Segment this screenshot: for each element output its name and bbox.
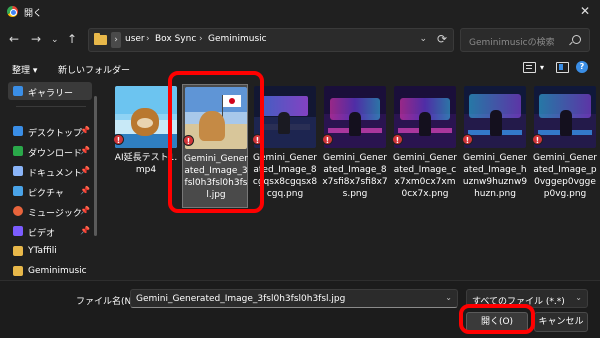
breadcrumb-box-sync[interactable]: Box Sync <box>155 34 196 44</box>
breadcrumb-chevron-icon[interactable]: › <box>199 34 203 44</box>
sidebar-item-label: Geminimusic <box>28 266 87 276</box>
filename-label: ファイル名(N): <box>76 297 138 307</box>
file-name: Gemini_Generated_Image_8x7sfi8x7sfi8x7s.… <box>322 153 388 199</box>
sidebar-item-desktop[interactable]: デスクトップ 📌 <box>8 122 92 140</box>
pin-icon: 📌 <box>80 146 90 155</box>
file-item[interactable]: ! Gemini_Generated_Image_8x7sfi8x7sfi8x7… <box>322 84 388 208</box>
highlight-box-open-button <box>459 304 535 334</box>
document-icon <box>13 166 23 176</box>
filename-input[interactable]: Gemini_Generated_Image_3fsl0h3fsl0h3fsl.… <box>130 289 458 308</box>
breadcrumb-chevron-icon[interactable]: › <box>146 34 150 44</box>
sidebar-scrollbar[interactable] <box>94 96 97 236</box>
sync-error-icon: ! <box>113 134 124 145</box>
file-item[interactable]: ! Gemini_Generated_Image_cx7xm0cx7xm0cx7… <box>392 84 458 208</box>
chrome-app-icon <box>7 6 18 17</box>
music-icon <box>13 206 23 216</box>
sidebar-item-music[interactable]: ミュージック 📌 <box>8 202 92 220</box>
sidebar-item-label: ダウンロード <box>28 149 83 159</box>
file-item[interactable]: ! Gemini_Generated_Image_huznw9huznw9huz… <box>462 84 528 208</box>
sidebar-item-label: ギャラリー <box>28 89 74 99</box>
window-title: 開く <box>24 9 43 19</box>
breadcrumb-geminimusic[interactable]: Geminimusic <box>208 34 267 44</box>
navigation-bar: ← → ⌄ ↑ › user › Box Sync › Geminimusic … <box>0 24 600 56</box>
filename-value: Gemini_Generated_Image_3fsl0h3fsl0h3fsl.… <box>136 294 346 304</box>
recent-locations-chevron-icon[interactable]: ⌄ <box>51 33 59 47</box>
pin-icon: 📌 <box>80 186 90 195</box>
pin-icon: 📌 <box>80 206 90 215</box>
sidebar-item-label: ピクチャ <box>28 189 64 199</box>
download-icon <box>13 146 23 156</box>
command-toolbar: 整理 ▾ 新しいフォルダー ▾ ? <box>0 58 600 80</box>
file-name: Gemini_Generated_Image_cx7xm0cx7xm0cx7x.… <box>393 153 457 199</box>
pictures-icon <box>13 186 23 196</box>
preview-pane-icon[interactable] <box>556 62 569 73</box>
folder-icon <box>13 266 23 276</box>
sidebar-item-ytaffili[interactable]: YTaffili <box>8 242 92 260</box>
search-icon <box>572 35 581 44</box>
file-name: Gemini_Generated_Image_huznw9huznw9huzn.… <box>462 153 528 199</box>
breadcrumb-user[interactable]: user <box>125 34 145 44</box>
sync-error-icon: ! <box>532 134 543 145</box>
sync-error-icon: ! <box>392 134 403 145</box>
filename-dropdown-icon[interactable]: ⌄ <box>445 293 452 302</box>
gallery-icon <box>13 86 23 96</box>
sidebar-item-documents[interactable]: ドキュメント 📌 <box>8 162 92 180</box>
close-icon[interactable]: ✕ <box>580 4 590 18</box>
view-dropdown-icon[interactable]: ▾ <box>540 63 544 72</box>
refresh-icon[interactable]: ⟳ <box>437 32 447 46</box>
breadcrumb-root-chevron-icon[interactable]: › <box>111 32 121 48</box>
address-bar[interactable]: › user › Box Sync › Geminimusic ⌄ ⟳ <box>88 28 454 52</box>
search-placeholder: Geminimusicの検索 <box>469 38 555 48</box>
sidebar-item-label: ドキュメント <box>28 169 83 179</box>
forward-arrow-icon[interactable]: → <box>31 32 41 46</box>
sidebar-divider <box>16 106 86 107</box>
sync-error-icon: ! <box>322 134 333 145</box>
navigation-pane: ギャラリー デスクトップ 📌 ダウンロード 📌 ドキュメント 📌 ピクチャ 📌 … <box>0 80 97 285</box>
new-folder-button[interactable]: 新しいフォルダー <box>58 63 130 76</box>
file-item[interactable]: ! Gemini_Generated_Image_p0vggep0vggep0v… <box>532 84 598 208</box>
sidebar-item-pictures[interactable]: ピクチャ 📌 <box>8 182 92 200</box>
pin-icon: 📌 <box>80 166 90 175</box>
folder-icon <box>13 246 23 256</box>
sidebar-item-label: YTaffili <box>28 246 57 256</box>
file-thumbnail <box>534 86 596 148</box>
video-icon <box>13 226 23 236</box>
back-arrow-icon[interactable]: ← <box>9 32 19 46</box>
search-box[interactable]: Geminimusicの検索 <box>460 28 590 52</box>
sidebar-item-label: ミュージック <box>28 209 82 219</box>
pin-icon: 📌 <box>80 126 90 135</box>
file-name: Gemini_Generated_Image_p0vggep0vggep0vg.… <box>533 153 597 199</box>
sidebar-item-label: ビデオ <box>28 229 56 239</box>
filetype-dropdown-icon[interactable]: ⌄ <box>575 293 582 302</box>
up-arrow-icon[interactable]: ↑ <box>67 32 77 46</box>
highlight-box-selected-file <box>168 71 264 213</box>
sidebar-item-geminimusic[interactable]: Geminimusic <box>8 262 92 280</box>
address-dropdown-icon[interactable]: ⌄ <box>419 34 427 44</box>
help-icon[interactable]: ? <box>576 61 588 73</box>
cancel-button[interactable]: キャンセル <box>534 312 588 332</box>
sync-error-icon: ! <box>462 134 473 145</box>
sidebar-item-label: デスクトップ <box>28 129 83 139</box>
folder-icon <box>94 33 107 45</box>
organize-menu[interactable]: 整理 ▾ <box>12 63 37 76</box>
desktop-icon <box>13 126 23 136</box>
pin-icon: 📌 <box>80 226 90 235</box>
sidebar-item-downloads[interactable]: ダウンロード 📌 <box>8 142 92 160</box>
sidebar-item-videos[interactable]: ビデオ 📌 <box>8 222 92 240</box>
file-thumbnail <box>394 86 456 148</box>
file-thumbnail <box>464 86 526 148</box>
sidebar-item-gallery[interactable]: ギャラリー <box>8 82 92 100</box>
file-thumbnail <box>324 86 386 148</box>
view-options-icon[interactable] <box>523 62 536 73</box>
title-bar: 開く ✕ <box>0 0 600 24</box>
